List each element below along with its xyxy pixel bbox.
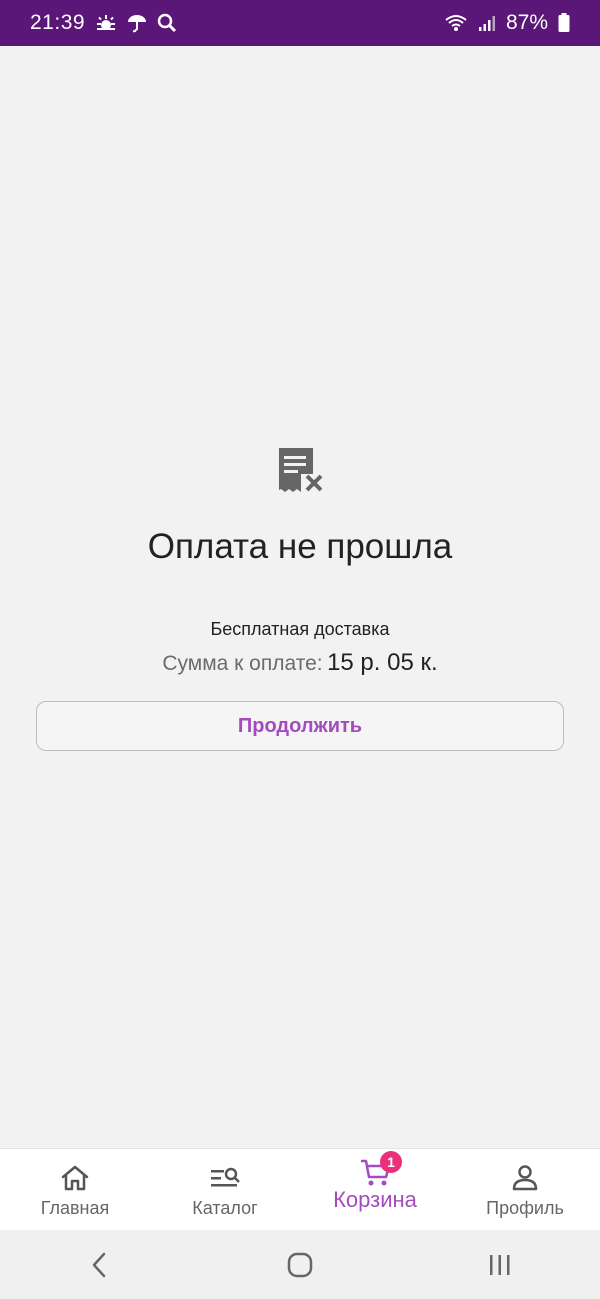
nav-item-home[interactable]: Главная: [0, 1149, 150, 1230]
page-title: Оплата не прошла: [147, 527, 453, 566]
battery-percent: 87%: [505, 11, 548, 34]
weather-sun-icon: [95, 14, 117, 32]
profile-icon: [510, 1163, 540, 1193]
search-icon: [157, 13, 177, 33]
continue-button[interactable]: Продолжить: [36, 701, 564, 751]
wifi-icon: [444, 13, 468, 33]
status-right: 87%: [444, 11, 570, 35]
nav-label-profile: Профиль: [486, 1198, 564, 1218]
sum-row: Сумма к оплате: 15 р. 05 к.: [0, 646, 600, 683]
system-nav-bar: [0, 1230, 600, 1299]
signal-icon: [478, 14, 496, 32]
nav-label-cart: Корзина: [333, 1187, 417, 1212]
sum-label: Сумма к оплате:: [162, 652, 323, 675]
nav-label-catalog: Каталог: [192, 1198, 258, 1218]
sum-value: 15 р. 05 к.: [327, 649, 438, 676]
bottom-nav: Главная Каталог 1 Корзина Профиль: [0, 1148, 600, 1230]
delivery-info: Бесплатная доставка: [210, 619, 390, 639]
home-icon: [60, 1163, 90, 1193]
back-icon[interactable]: [60, 1240, 140, 1290]
nav-label-home: Главная: [40, 1198, 110, 1218]
catalog-search-icon: [210, 1163, 240, 1193]
status-left: 21:39: [30, 11, 177, 35]
receipt-cancel-icon: [275, 444, 327, 496]
battery-icon: [558, 13, 570, 33]
payment-result-screen: Оплата не прошла Бесплатная доставка Сум…: [0, 46, 600, 1148]
nav-item-cart[interactable]: 1 Корзина: [300, 1149, 450, 1230]
nav-item-profile[interactable]: Профиль: [450, 1149, 600, 1230]
cart-badge: 1: [380, 1151, 402, 1173]
cart-icon: 1: [360, 1151, 402, 1187]
recents-icon[interactable]: [460, 1240, 540, 1290]
status-bar: 21:39 87%: [0, 0, 600, 46]
nav-item-catalog[interactable]: Каталог: [150, 1149, 300, 1230]
home-circle-icon[interactable]: [260, 1240, 340, 1290]
umbrella-icon: [127, 13, 147, 33]
status-time: 21:39: [30, 11, 86, 34]
